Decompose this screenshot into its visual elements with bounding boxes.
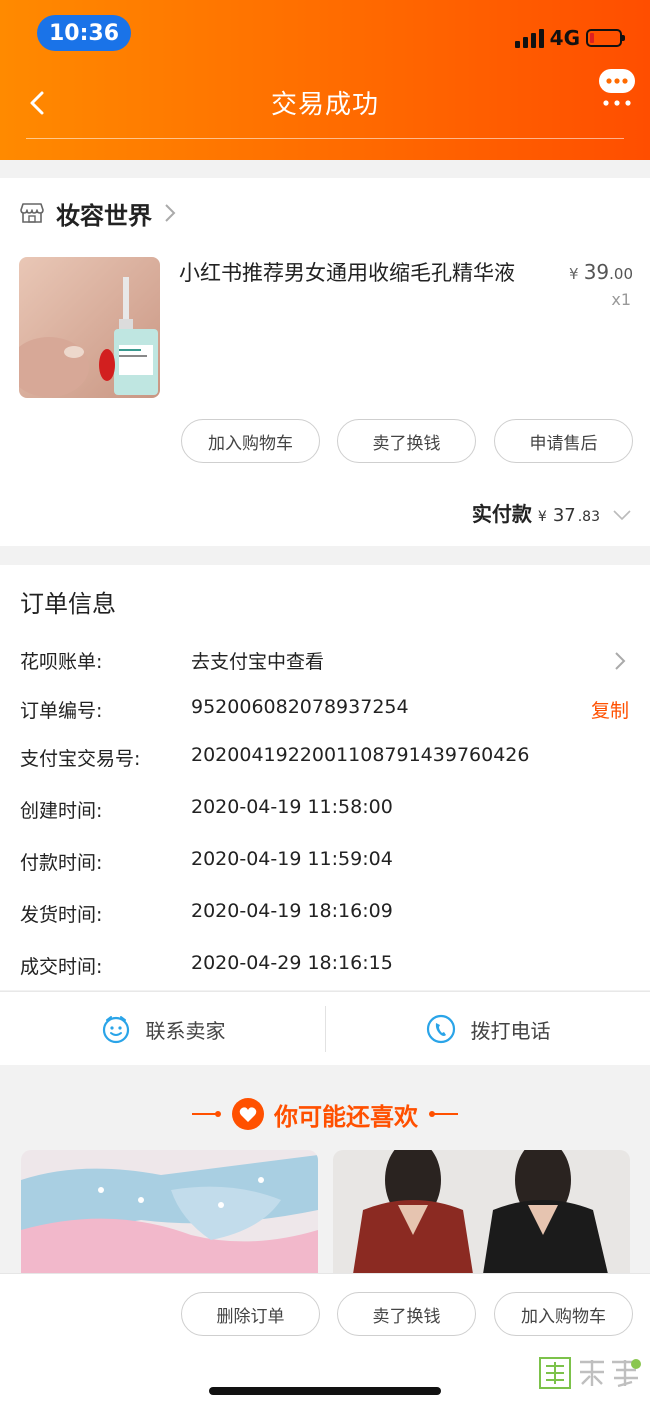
paid-label: 实付款 xyxy=(471,502,532,526)
recommend-heading: 你可能还喜欢 xyxy=(0,1092,650,1136)
home-indicator[interactable] xyxy=(209,1387,441,1395)
resell-button-bottom[interactable]: 卖了换钱 xyxy=(337,1292,476,1336)
header-bar: 10:36 4G 交易成功 xyxy=(0,0,650,160)
product-title[interactable]: 小红书推荐男女通用收缩毛孔精华液 xyxy=(179,258,549,288)
heart-icon xyxy=(232,1098,264,1130)
header-divider xyxy=(26,138,624,139)
after-sale-button[interactable]: 申请售后 xyxy=(494,419,633,463)
status-time: 10:36 xyxy=(37,15,131,51)
smiley-chat-icon xyxy=(102,1016,129,1044)
network-type: 4G xyxy=(549,26,580,50)
watermark-logo xyxy=(526,1354,646,1404)
order-info-card: 订单信息 花呗账单: 去支付宝中查看 订单编号: 952006082078937… xyxy=(0,565,650,990)
order-item-card: 妆容世界 小红书推荐男女通用收缩毛孔精华液 ¥ 39.00 x1 加入购物车 卖… xyxy=(0,178,650,546)
contact-seller-button[interactable]: 联系卖家 xyxy=(0,992,325,1066)
product-quantity: x1 xyxy=(611,290,631,309)
product-price: ¥ 39.00 xyxy=(569,260,633,284)
recommend-title: 你可能还喜欢 xyxy=(274,1102,418,1131)
call-phone-button[interactable]: 拨打电话 xyxy=(325,992,650,1066)
delete-order-button[interactable]: 删除订单 xyxy=(181,1292,320,1336)
shop-name: 妆容世界 xyxy=(56,201,152,230)
paid-amount: 37 xyxy=(552,505,576,526)
phone-icon xyxy=(426,1014,455,1044)
shipped-time-row: 发货时间: 2020-04-19 18:16:09 xyxy=(20,900,393,926)
battery-icon xyxy=(586,29,625,47)
shop-link[interactable]: 妆容世界 xyxy=(20,198,176,230)
order-number-row: 订单编号: 952006082078937254 复制 xyxy=(20,696,629,723)
item-action-row: 加入购物车 卖了换钱 申请售后 xyxy=(0,419,650,463)
chevron-right-icon xyxy=(165,204,176,222)
add-to-cart-button[interactable]: 加入购物车 xyxy=(181,419,320,463)
paid-time-row: 付款时间: 2020-04-19 11:59:04 xyxy=(20,848,393,874)
add-to-cart-button-bottom[interactable]: 加入购物车 xyxy=(494,1292,633,1336)
more-button[interactable] xyxy=(596,66,640,110)
status-indicators: 4G xyxy=(514,24,625,52)
page-title: 交易成功 xyxy=(270,90,379,120)
recommend-item-blouse[interactable] xyxy=(333,1150,630,1274)
chat-bubble-more-icon xyxy=(599,69,635,106)
resell-button[interactable]: 卖了换钱 xyxy=(337,419,476,463)
chevron-down-icon xyxy=(613,510,631,521)
contact-bar: 联系卖家 拨打电话 xyxy=(0,991,650,1065)
store-icon xyxy=(20,203,44,223)
recommend-item-bedding[interactable] xyxy=(21,1150,318,1274)
alipay-trade-row: 支付宝交易号: 2020041922001108791439760426 xyxy=(20,744,530,770)
huabei-bill-row[interactable]: 花呗账单: 去支付宝中查看 xyxy=(0,647,650,677)
created-time-row: 创建时间: 2020-04-19 11:58:00 xyxy=(20,796,393,822)
deal-time-row: 成交时间: 2020-04-29 18:16:15 xyxy=(20,952,393,978)
order-info-heading: 订单信息 xyxy=(20,590,116,618)
arrow-decoration-icon xyxy=(429,1111,458,1117)
copy-button[interactable]: 复制 xyxy=(591,696,629,723)
chevron-right-icon xyxy=(615,652,626,670)
product-image[interactable] xyxy=(19,257,160,398)
signal-icon xyxy=(514,28,544,48)
arrow-decoration-icon xyxy=(192,1111,221,1117)
paid-amount-row[interactable]: 实付款 ¥ 37.83 xyxy=(472,498,632,528)
